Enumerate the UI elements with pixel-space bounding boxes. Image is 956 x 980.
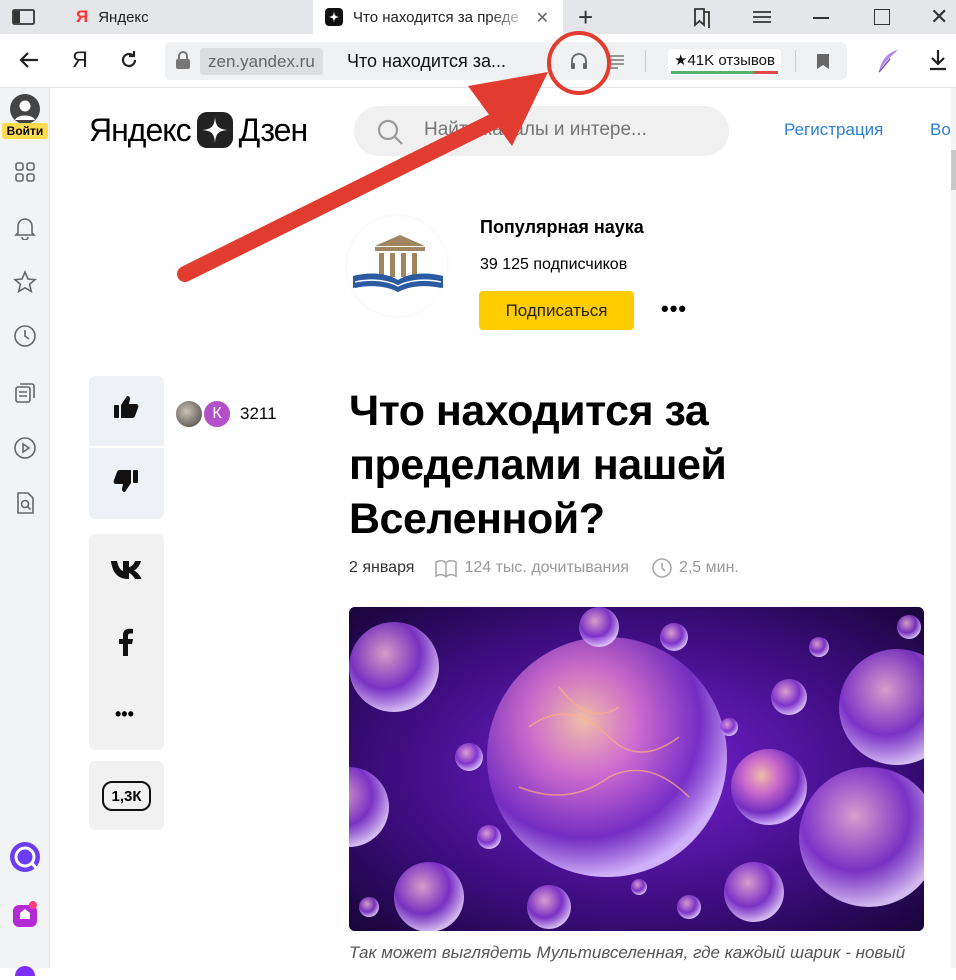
article-meta: 2 января 124 тыс. дочитывания 2,5 мин. [349,557,739,579]
search-icon [376,118,404,151]
register-link[interactable]: Регистрация [784,120,883,140]
channel-name[interactable]: Популярная наука [480,217,644,238]
tab-bar: Я Яндекс Что находится за преде ✕ + ✕ [0,0,956,34]
reload-icon[interactable] [118,49,140,76]
star-icon: ★ [674,52,688,69]
article-reads: 124 тыс. дочитывания [464,559,629,576]
like-button[interactable] [113,394,139,425]
article-read-time: 2,5 мин. [678,559,739,576]
yandex-logo-icon: Я [76,7,89,26]
lens-icon[interactable] [9,487,41,519]
star-icon[interactable] [9,266,41,298]
liker-avatar-cat [174,399,204,429]
image-caption: Так может выглядеть Мультивселенная, где… [349,943,906,962]
login-link[interactable]: Во [930,120,951,140]
read-aloud-headphones-icon[interactable] [569,52,589,75]
zen-star-icon [196,112,233,148]
url-domain: zen.yandex.ru [200,48,323,75]
profile-icon[interactable] [9,93,41,125]
reactions-panel [89,376,164,519]
disk-icon[interactable] [9,948,41,980]
url-page-title: Что находится за... [347,51,507,71]
logo-yandex-text: Яндекс [89,111,192,148]
share-panel: ••• [89,534,164,750]
close-window-icon[interactable]: ✕ [930,4,948,30]
clock-icon [651,557,673,579]
logo-zen-text: Дзен [238,111,309,148]
browser-sidebar: Войти [0,88,50,976]
download-icon[interactable] [928,49,948,76]
search-box[interactable] [354,106,729,156]
menu-icon[interactable] [752,9,772,30]
lock-icon[interactable] [175,51,191,75]
channel-more-button[interactable]: ••• [661,296,687,322]
like-count: 3211 [240,404,277,423]
back-icon[interactable] [18,50,40,75]
collections-icon[interactable] [9,377,41,409]
search-input[interactable] [424,119,714,141]
scrollbar[interactable] [951,88,956,968]
bell-icon[interactable] [9,212,41,244]
comment-count: 1,3К [111,787,142,805]
address-bar: Я zen.yandex.ru Что находится за... ★41K… [0,34,956,88]
sidebar-toggle-icon[interactable] [12,7,36,27]
zen-logo[interactable]: Яндекс Дзен [89,110,309,150]
article-date: 2 января [349,559,415,576]
book-icon [434,558,458,578]
minimize-icon[interactable] [813,17,829,19]
apps-grid-icon[interactable] [9,156,41,188]
subscribe-button[interactable]: Подписаться [479,291,634,330]
tab-yandex[interactable]: Я Яндекс [62,0,312,34]
login-badge[interactable]: Войти [2,123,48,139]
yandex-home-button[interactable]: Я [72,47,88,73]
reviews-count: 41K отзывов [687,52,775,69]
bookmarks-panel-icon[interactable] [690,6,714,33]
facebook-share-icon[interactable] [118,628,134,661]
likers-summary[interactable]: К 3211 [174,399,277,429]
article-title: Что находится за пределами нашей Вселенн… [349,387,727,543]
reader-mode-icon[interactable] [607,54,625,75]
reviews-badge[interactable]: ★41K отзывов [668,49,781,75]
share-more-button[interactable]: ••• [115,704,134,725]
article-hero-image [349,607,924,931]
feather-icon[interactable] [876,48,900,79]
vk-share-icon[interactable] [110,559,144,584]
bookmark-icon[interactable] [816,53,830,75]
comments-panel[interactable]: 1,3К [89,761,164,830]
messenger-icon[interactable] [9,898,41,930]
comment-icon: 1,3К [102,781,151,811]
dislike-button[interactable] [113,468,139,499]
history-icon[interactable] [9,320,41,352]
new-tab-icon[interactable]: + [578,4,593,30]
alice-icon[interactable] [9,841,41,873]
channel-subscribers: 39 125 подписчиков [480,256,628,273]
close-tab-icon[interactable]: ✕ [536,8,549,28]
scrollbar-thumb[interactable] [951,150,956,190]
video-icon[interactable] [9,432,41,464]
liker-avatar-initial: К [202,399,232,429]
tab-label: Яндекс [98,8,149,26]
tab-article[interactable]: Что находится за преде ✕ [313,0,563,34]
zen-logo-icon [325,8,343,26]
channel-avatar[interactable] [347,216,447,316]
maximize-icon[interactable] [874,9,890,25]
url-field[interactable]: zen.yandex.ru Что находится за... ★41K о… [165,42,847,80]
